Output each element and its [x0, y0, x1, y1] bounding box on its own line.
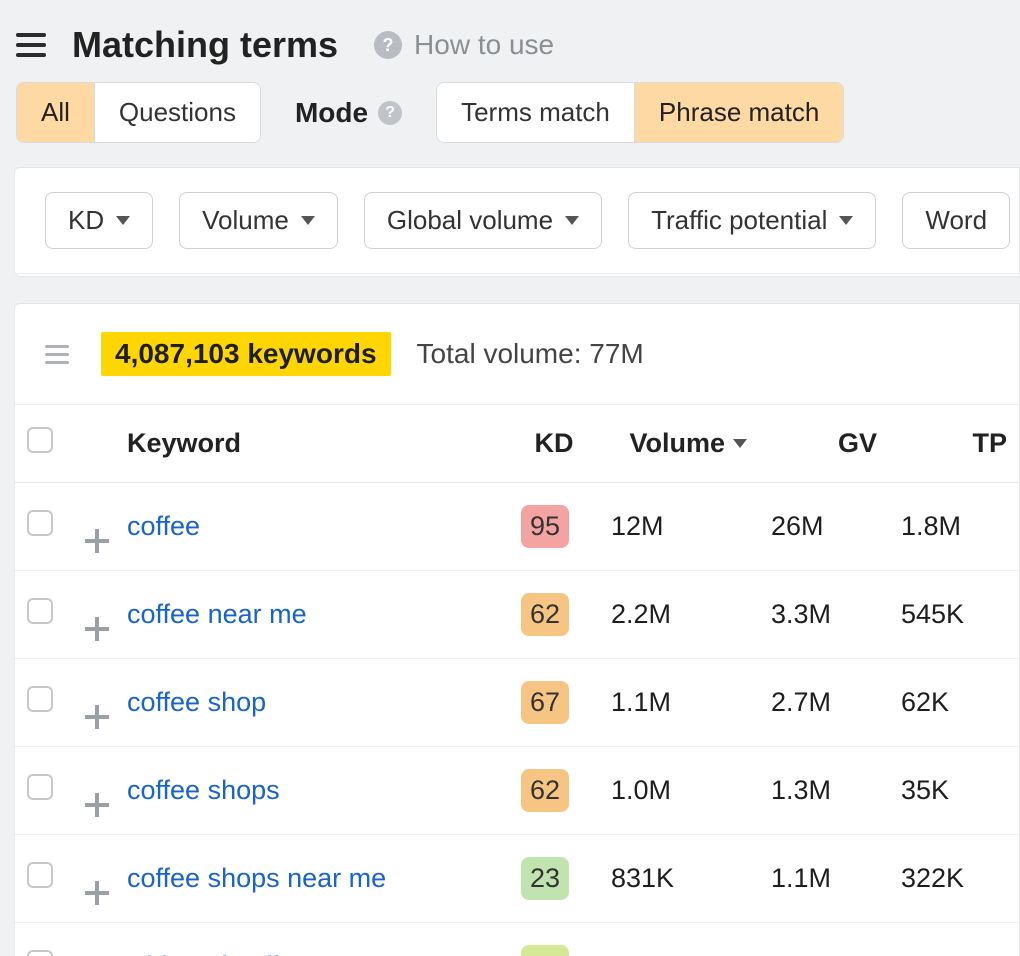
filter-volume-label: Volume	[202, 205, 289, 236]
th-kd[interactable]: KD	[509, 405, 599, 483]
kd-badge: 23	[521, 857, 569, 900]
cell-tp: 98K	[889, 923, 1019, 956]
header-bar: Matching terms ? How to use	[0, 0, 1020, 82]
tab-all[interactable]: All	[17, 83, 94, 142]
tab-questions[interactable]: Questions	[94, 83, 260, 142]
results-card: 4,087,103 keywords Total volume: 77M Key…	[14, 303, 1020, 956]
row-checkbox[interactable]	[27, 774, 53, 800]
cell-tp: 1.8M	[889, 483, 1019, 571]
kd-badge: 62	[521, 769, 569, 812]
table-row: coffee near me 62 2.2M3.3M545K	[15, 571, 1019, 659]
row-checkbox[interactable]	[27, 950, 53, 956]
th-gv[interactable]: GV	[759, 405, 889, 483]
cell-tp: 322K	[889, 835, 1019, 923]
total-volume-label: Total volume: 77M	[417, 338, 644, 370]
row-checkbox[interactable]	[27, 686, 53, 712]
row-checkbox[interactable]	[27, 862, 53, 888]
cell-gv: 2.7M	[759, 659, 889, 747]
cell-gv: 3.3M	[759, 571, 889, 659]
results-table: Keyword KD Volume GV TP coffee9512M26M1.…	[15, 405, 1019, 956]
chevron-down-icon	[565, 216, 579, 225]
table-row: coffee shops 62 1.0M1.3M35K	[15, 747, 1019, 835]
keyword-link[interactable]: whipped coffee	[127, 951, 308, 956]
result-type-segment: All Questions	[16, 82, 261, 143]
cell-tp: 62K	[889, 659, 1019, 747]
filter-global-volume-label: Global volume	[387, 205, 553, 236]
tab-phrase-match[interactable]: Phrase match	[634, 83, 843, 142]
th-tp[interactable]: TP	[889, 405, 1019, 483]
how-to-use-label: How to use	[414, 29, 554, 61]
filter-traffic-potential[interactable]: Traffic potential	[628, 192, 876, 249]
tabs-row: All Questions Mode ? Terms match Phrase …	[0, 82, 1020, 167]
tab-terms-match[interactable]: Terms match	[437, 83, 634, 142]
chevron-down-icon	[301, 216, 315, 225]
mode-label-text: Mode	[295, 97, 368, 129]
keyword-link[interactable]: coffee near me	[127, 599, 307, 629]
page-title: Matching terms	[72, 24, 338, 66]
matching-terms-page: Matching terms ? How to use All Question…	[0, 0, 1020, 956]
list-icon[interactable]	[45, 339, 75, 369]
table-header-row: Keyword KD Volume GV TP	[15, 405, 1019, 483]
menu-icon[interactable]	[16, 27, 52, 63]
filter-volume[interactable]: Volume	[179, 192, 338, 249]
cell-volume: 1.1M	[599, 659, 759, 747]
keyword-link[interactable]: coffee shop	[127, 687, 266, 717]
cell-tp: 35K	[889, 747, 1019, 835]
th-volume[interactable]: Volume	[599, 405, 759, 483]
table-row: coffee shop 67 1.1M2.7M62K	[15, 659, 1019, 747]
chevron-down-icon	[116, 216, 130, 225]
keyword-count-pill: 4,087,103 keywords	[101, 332, 391, 376]
mode-segment: Terms match Phrase match	[436, 82, 844, 143]
th-volume-label: Volume	[629, 428, 725, 459]
keyword-link[interactable]: coffee shops near me	[127, 863, 386, 893]
filter-kd-label: KD	[68, 205, 104, 236]
kd-badge: 62	[521, 593, 569, 636]
question-icon: ?	[374, 31, 402, 59]
cell-gv: 1.1M	[759, 835, 889, 923]
filter-word[interactable]: Word	[902, 192, 1010, 249]
sort-desc-icon	[733, 439, 747, 448]
cell-gv: 676K	[759, 923, 889, 956]
table-row: whipped coffee 38 662K676K98K	[15, 923, 1019, 956]
mode-label: Mode ?	[295, 97, 402, 129]
cell-volume: 831K	[599, 835, 759, 923]
filters-bar: KD Volume Global volume Traffic potentia…	[15, 168, 1019, 274]
row-checkbox[interactable]	[27, 510, 53, 536]
select-all-checkbox[interactable]	[27, 427, 53, 453]
filter-traffic-potential-label: Traffic potential	[651, 205, 827, 236]
cell-gv: 26M	[759, 483, 889, 571]
filters-card: KD Volume Global volume Traffic potentia…	[14, 167, 1020, 277]
cell-volume: 2.2M	[599, 571, 759, 659]
cell-volume: 12M	[599, 483, 759, 571]
th-keyword[interactable]: Keyword	[115, 405, 509, 483]
keyword-link[interactable]: coffee	[127, 511, 200, 541]
kd-badge: 67	[521, 681, 569, 724]
keyword-link[interactable]: coffee shops	[127, 775, 280, 805]
kd-badge: 38	[521, 945, 569, 956]
table-row: coffee shops near me 23 831K1.1M322K	[15, 835, 1019, 923]
question-icon[interactable]: ?	[378, 101, 402, 125]
kd-badge: 95	[521, 505, 569, 548]
row-checkbox[interactable]	[27, 598, 53, 624]
filter-word-label: Word	[925, 205, 987, 236]
chevron-down-icon	[839, 216, 853, 225]
cell-volume: 1.0M	[599, 747, 759, 835]
cell-tp: 545K	[889, 571, 1019, 659]
filter-global-volume[interactable]: Global volume	[364, 192, 602, 249]
how-to-use[interactable]: ? How to use	[374, 29, 554, 61]
summary-bar: 4,087,103 keywords Total volume: 77M	[15, 304, 1019, 405]
filter-kd[interactable]: KD	[45, 192, 153, 249]
cell-gv: 1.3M	[759, 747, 889, 835]
cell-volume: 662K	[599, 923, 759, 956]
table-row: coffee 95 12M26M1.8M	[15, 483, 1019, 571]
